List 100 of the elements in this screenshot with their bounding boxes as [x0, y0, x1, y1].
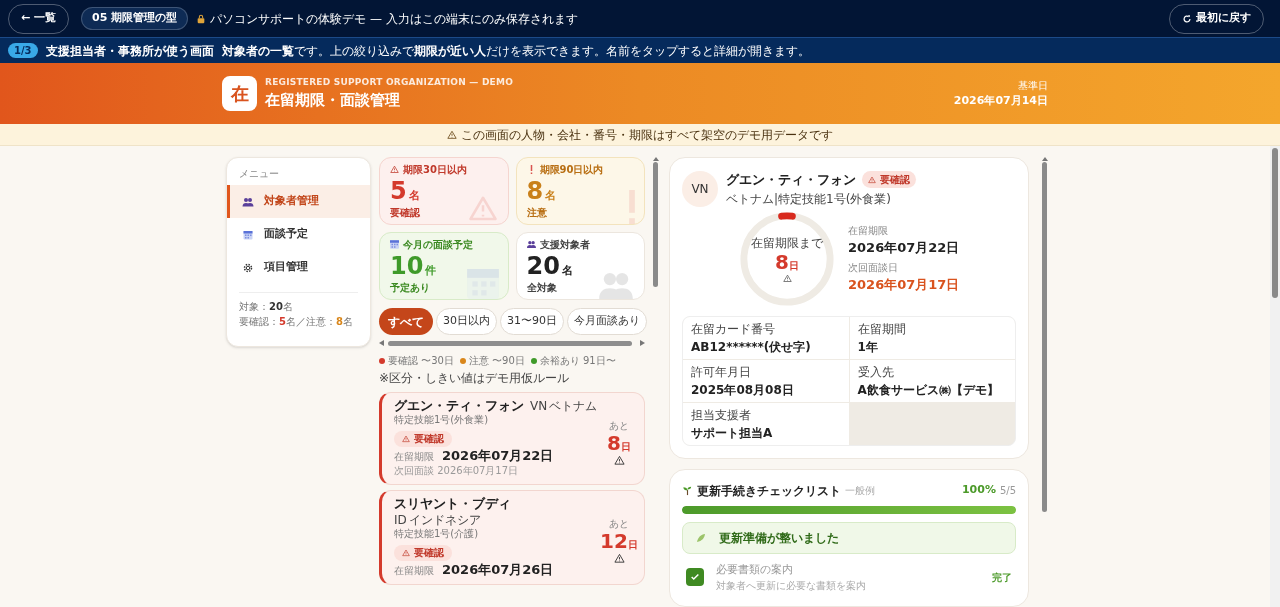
stat-label: 支援対象者	[539, 238, 590, 252]
pattern-badge: 05 期限管理の型	[81, 7, 189, 30]
detail-name: グエン・ティ・フォン	[726, 171, 856, 189]
filter-chip[interactable]: 31〜90日	[500, 308, 564, 335]
field-label: 担当支援者	[691, 406, 752, 424]
calendar-icon	[390, 240, 399, 249]
stat-value: 10	[390, 254, 424, 278]
app-logo: 在	[222, 76, 257, 111]
filter-chip[interactable]: 今月面談あり	[567, 308, 647, 335]
people-icon	[526, 240, 536, 249]
days-remaining: 8	[607, 433, 621, 453]
visa-type: 特定技能1号(介護)	[394, 527, 480, 541]
faded-calendar-icon	[465, 269, 500, 299]
days-unit: 日	[627, 540, 638, 550]
demo-notice-text: パソコンサポートの体験デモ — 入力はこの端末にのみ保存されます	[210, 10, 578, 28]
days-unit: 日	[620, 442, 631, 452]
role-label: 支援担当者・事務所が使う画面	[45, 42, 214, 60]
days-label: あと	[609, 419, 629, 433]
date-label: 次回面談日	[848, 260, 899, 275]
checkbox[interactable]	[686, 568, 704, 587]
stat-value: 20	[526, 254, 560, 278]
person-card[interactable]: グエン・ティ・フォン VN ベトナム 特定技能1号(外食業) 要確認 在留期限 2026年07月22日 次回面談 2026年07月17日 あと 8日	[379, 392, 645, 485]
stat-label: 期限90日以内	[539, 163, 604, 177]
summary-line: 対象：20名	[238, 300, 294, 314]
header-subtitle: REGISTERED SUPPORT ORGANIZATION — DEMO	[265, 75, 514, 89]
filter-chip[interactable]: 30日以内	[436, 308, 497, 335]
field-value: 2025年08月08日	[691, 381, 795, 399]
rule-note: ※区分・しきい値はデモ用仮ルール	[379, 370, 571, 387]
progress-count: 5/5	[999, 484, 1016, 498]
lock-icon	[196, 13, 207, 24]
people-icon	[242, 195, 254, 208]
field-label: 許可年月日	[691, 363, 752, 381]
leaf-icon	[695, 531, 707, 544]
field-value: 1年	[857, 338, 879, 356]
task-status: 完了	[992, 570, 1012, 585]
status-badge: 要確認	[394, 545, 452, 561]
menu-heading: メニュー	[238, 167, 280, 181]
stat-unit: 名	[408, 190, 420, 201]
checklist-title: 更新手続きチェックリスト	[697, 482, 841, 500]
check-icon	[690, 572, 700, 583]
stat-note: 注意	[526, 206, 547, 220]
stat-note: 全対象	[526, 281, 557, 295]
country-label: ID インドネシア	[394, 513, 482, 527]
sidebar-item[interactable]: 項目管理	[227, 251, 370, 284]
demo-data-notice: この画面の人物・会社・番号・期限はすべて架空のデモ用データです	[461, 126, 833, 144]
field-value: サポート担当A	[691, 424, 774, 442]
date-label: 在留期限	[848, 224, 889, 238]
sidebar-item[interactable]: 対象者管理	[227, 185, 370, 218]
step-badge: 1/3	[8, 43, 38, 58]
detail-subtitle: ベトナム|特定技能1号(外食業)	[726, 190, 893, 208]
page-scrollbar[interactable]	[1270, 146, 1280, 607]
date-value: 2026年07月17日	[848, 275, 960, 294]
country-label: VN ベトナム	[530, 399, 598, 413]
date-label: 基準日	[1018, 78, 1048, 93]
next-interview: 次回面談 2026年07月17日	[394, 464, 520, 478]
warning-icon	[402, 435, 410, 443]
warning-icon	[402, 549, 410, 557]
sprout-icon	[682, 485, 693, 496]
field-label: 在留カード番号	[691, 320, 776, 338]
field-value: AB12******(伏せ字)	[691, 338, 812, 356]
legend-label: 要確認 〜30日	[388, 354, 454, 368]
ring-unit: 日	[788, 261, 799, 271]
sidebar-item[interactable]: 面談予定	[227, 218, 370, 251]
expiry-label: 在留期限	[394, 564, 434, 578]
person-card[interactable]: スリヤント・ブディ ID インドネシア 特定技能1号(介護) 要確認 在留期限 2026年07月26日 あと 12日	[379, 490, 645, 585]
field-label: 受入先	[857, 363, 895, 381]
horizontal-scrollbar[interactable]	[379, 338, 645, 348]
days-label: あと	[609, 517, 629, 531]
refresh-icon	[1182, 13, 1192, 24]
progress-percent: 100%	[961, 482, 996, 499]
header-title: 在留期限・面談管理	[265, 90, 401, 111]
warning-icon	[447, 129, 457, 140]
stat-note: 予定あり	[390, 281, 430, 295]
warning-icon	[613, 455, 625, 466]
stat-unit: 名	[561, 265, 573, 276]
stat-label: 今月の面談予定	[403, 238, 473, 252]
completion-message: 更新準備が整いました	[719, 529, 839, 547]
person-name: グエン・ティ・フォン	[394, 399, 524, 413]
stat-value: 5	[390, 179, 407, 203]
status-badge: 要確認	[862, 171, 916, 189]
filter-chip[interactable]: すべて	[379, 308, 433, 335]
expiry-label: 在留期限	[394, 450, 434, 464]
stat-label: 期限30日以内	[403, 163, 467, 177]
stat-unit: 名	[545, 190, 557, 201]
ring-label: 在留期限まで	[751, 235, 823, 252]
stat-value: 8	[526, 179, 544, 203]
stat-note: 要確認	[390, 206, 420, 220]
field-label: 在留期間	[857, 320, 907, 338]
legend-label: 余裕あり 91日〜	[539, 354, 616, 368]
warning-icon	[782, 274, 792, 283]
legend-label: 注意 〜90日	[468, 354, 525, 368]
reference-date: 2026年07月14日	[953, 92, 1048, 109]
settings-icon	[242, 261, 254, 274]
faded-exclamation-icon	[628, 190, 636, 224]
person-name: スリヤント・ブディ	[394, 497, 511, 511]
faded-people-icon	[596, 273, 636, 299]
expiry-date: 2026年07月26日	[442, 563, 554, 577]
task-description: 対象者へ更新に必要な書類を案内	[716, 579, 867, 593]
days-remaining: 12	[600, 531, 628, 551]
guide-message: 対象者の一覧です。上の絞り込みで期限が近い人だけを表示できます。名前をタップすると詳細が開きます。	[221, 42, 810, 60]
